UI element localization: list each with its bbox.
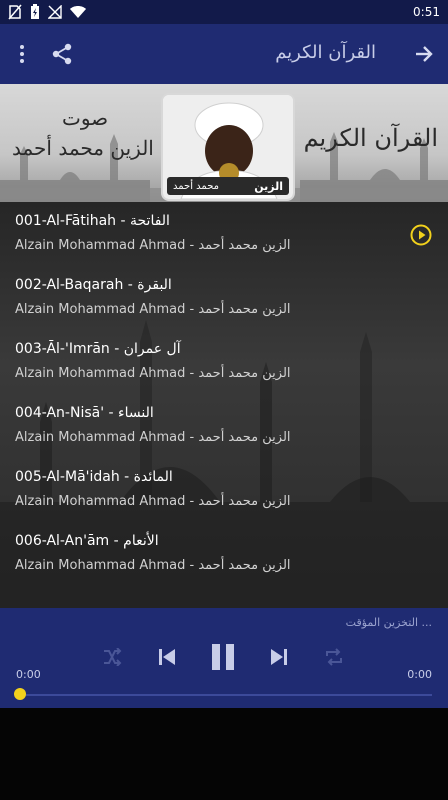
share-icon[interactable] — [44, 36, 80, 72]
wifi-icon — [70, 6, 86, 18]
list-item[interactable]: 005-Al-Mā'idah - المائدة Alzain Mohammad… — [0, 458, 448, 522]
time-elapsed: 0:00 — [16, 668, 41, 681]
banner: صوت الزين محمد أحمد القرآن الكريم محمد أ… — [0, 84, 448, 202]
signal-off-icon — [48, 5, 62, 19]
progress-track[interactable] — [20, 694, 432, 696]
skip-previous-icon[interactable] — [154, 644, 180, 670]
list-item[interactable]: 003-Āl-'Imrān - آل عمران Alzain Mohammad… — [0, 330, 448, 394]
avatar-caption: محمد أحمد الزين — [167, 177, 289, 195]
app-bar: القرآن الكريم — [0, 24, 448, 84]
repeat-icon[interactable] — [321, 644, 347, 670]
track-title: 006-Al-An'ām - الأنعام — [15, 533, 159, 549]
battery-charging-icon — [31, 4, 39, 19]
track-title: 005-Al-Mā'idah - المائدة — [15, 469, 173, 485]
status-bar: 0:51 — [0, 0, 448, 24]
status-icons — [8, 3, 86, 21]
banner-text-left-2: الزين محمد أحمد — [12, 136, 154, 160]
track-reciter: Alzain Mohammad Ahmad - الزين محمد أحمد — [15, 430, 291, 445]
track-reciter: Alzain Mohammad Ahmad - الزين محمد أحمد — [15, 302, 291, 317]
empty-area — [0, 708, 448, 800]
play-circle-icon[interactable] — [410, 224, 432, 246]
list-item[interactable]: 002-Al-Baqarah - البقرة Alzain Mohammad … — [0, 266, 448, 330]
track-list[interactable]: 001-Al-Fātihah - الفاتحة Alzain Mohammad… — [0, 202, 448, 608]
track-reciter: Alzain Mohammad Ahmad - الزين محمد أحمد — [15, 238, 291, 253]
list-item[interactable]: 001-Al-Fātihah - الفاتحة Alzain Mohammad… — [0, 202, 448, 266]
track-title: 003-Āl-'Imrān - آل عمران — [15, 341, 181, 357]
track-reciter: Alzain Mohammad Ahmad - الزين محمد أحمد — [15, 366, 291, 381]
track-reciter: Alzain Mohammad Ahmad - الزين محمد أحمد — [15, 558, 291, 573]
banner-text-left-1: صوت — [62, 106, 109, 130]
skip-next-icon[interactable] — [266, 644, 292, 670]
shuffle-icon[interactable] — [99, 644, 125, 670]
progress-knob[interactable] — [14, 688, 26, 700]
track-title: 002-Al-Baqarah - البقرة — [15, 277, 172, 293]
avatar-caption-left: محمد أحمد — [173, 180, 220, 192]
banner-text-right: القرآن الكريم — [303, 124, 438, 152]
more-vert-icon[interactable] — [4, 36, 40, 72]
list-item[interactable]: 004-An-Nisā' - النساء Alzain Mohammad Ah… — [0, 394, 448, 458]
reciter-avatar: محمد أحمد الزين — [161, 93, 295, 201]
arrow-forward-icon[interactable] — [406, 36, 442, 72]
buffering-status: التخزين المؤقت ... — [345, 616, 432, 629]
page-title: القرآن الكريم — [275, 42, 376, 63]
track-title: 001-Al-Fātihah - الفاتحة — [15, 213, 170, 229]
track-title: 004-An-Nisā' - النساء — [15, 405, 154, 421]
list-item[interactable]: 006-Al-An'ām - الأنعام Alzain Mohammad A… — [0, 522, 448, 586]
no-sim-icon — [8, 4, 22, 20]
time-total: 0:00 — [407, 668, 432, 681]
pause-icon[interactable] — [206, 640, 240, 674]
track-reciter: Alzain Mohammad Ahmad - الزين محمد أحمد — [15, 494, 291, 509]
status-time: 0:51 — [413, 5, 440, 19]
player-bar: التخزين المؤقت ... 0:00 0:00 — [0, 608, 448, 708]
avatar-caption-right: الزين — [254, 179, 283, 193]
